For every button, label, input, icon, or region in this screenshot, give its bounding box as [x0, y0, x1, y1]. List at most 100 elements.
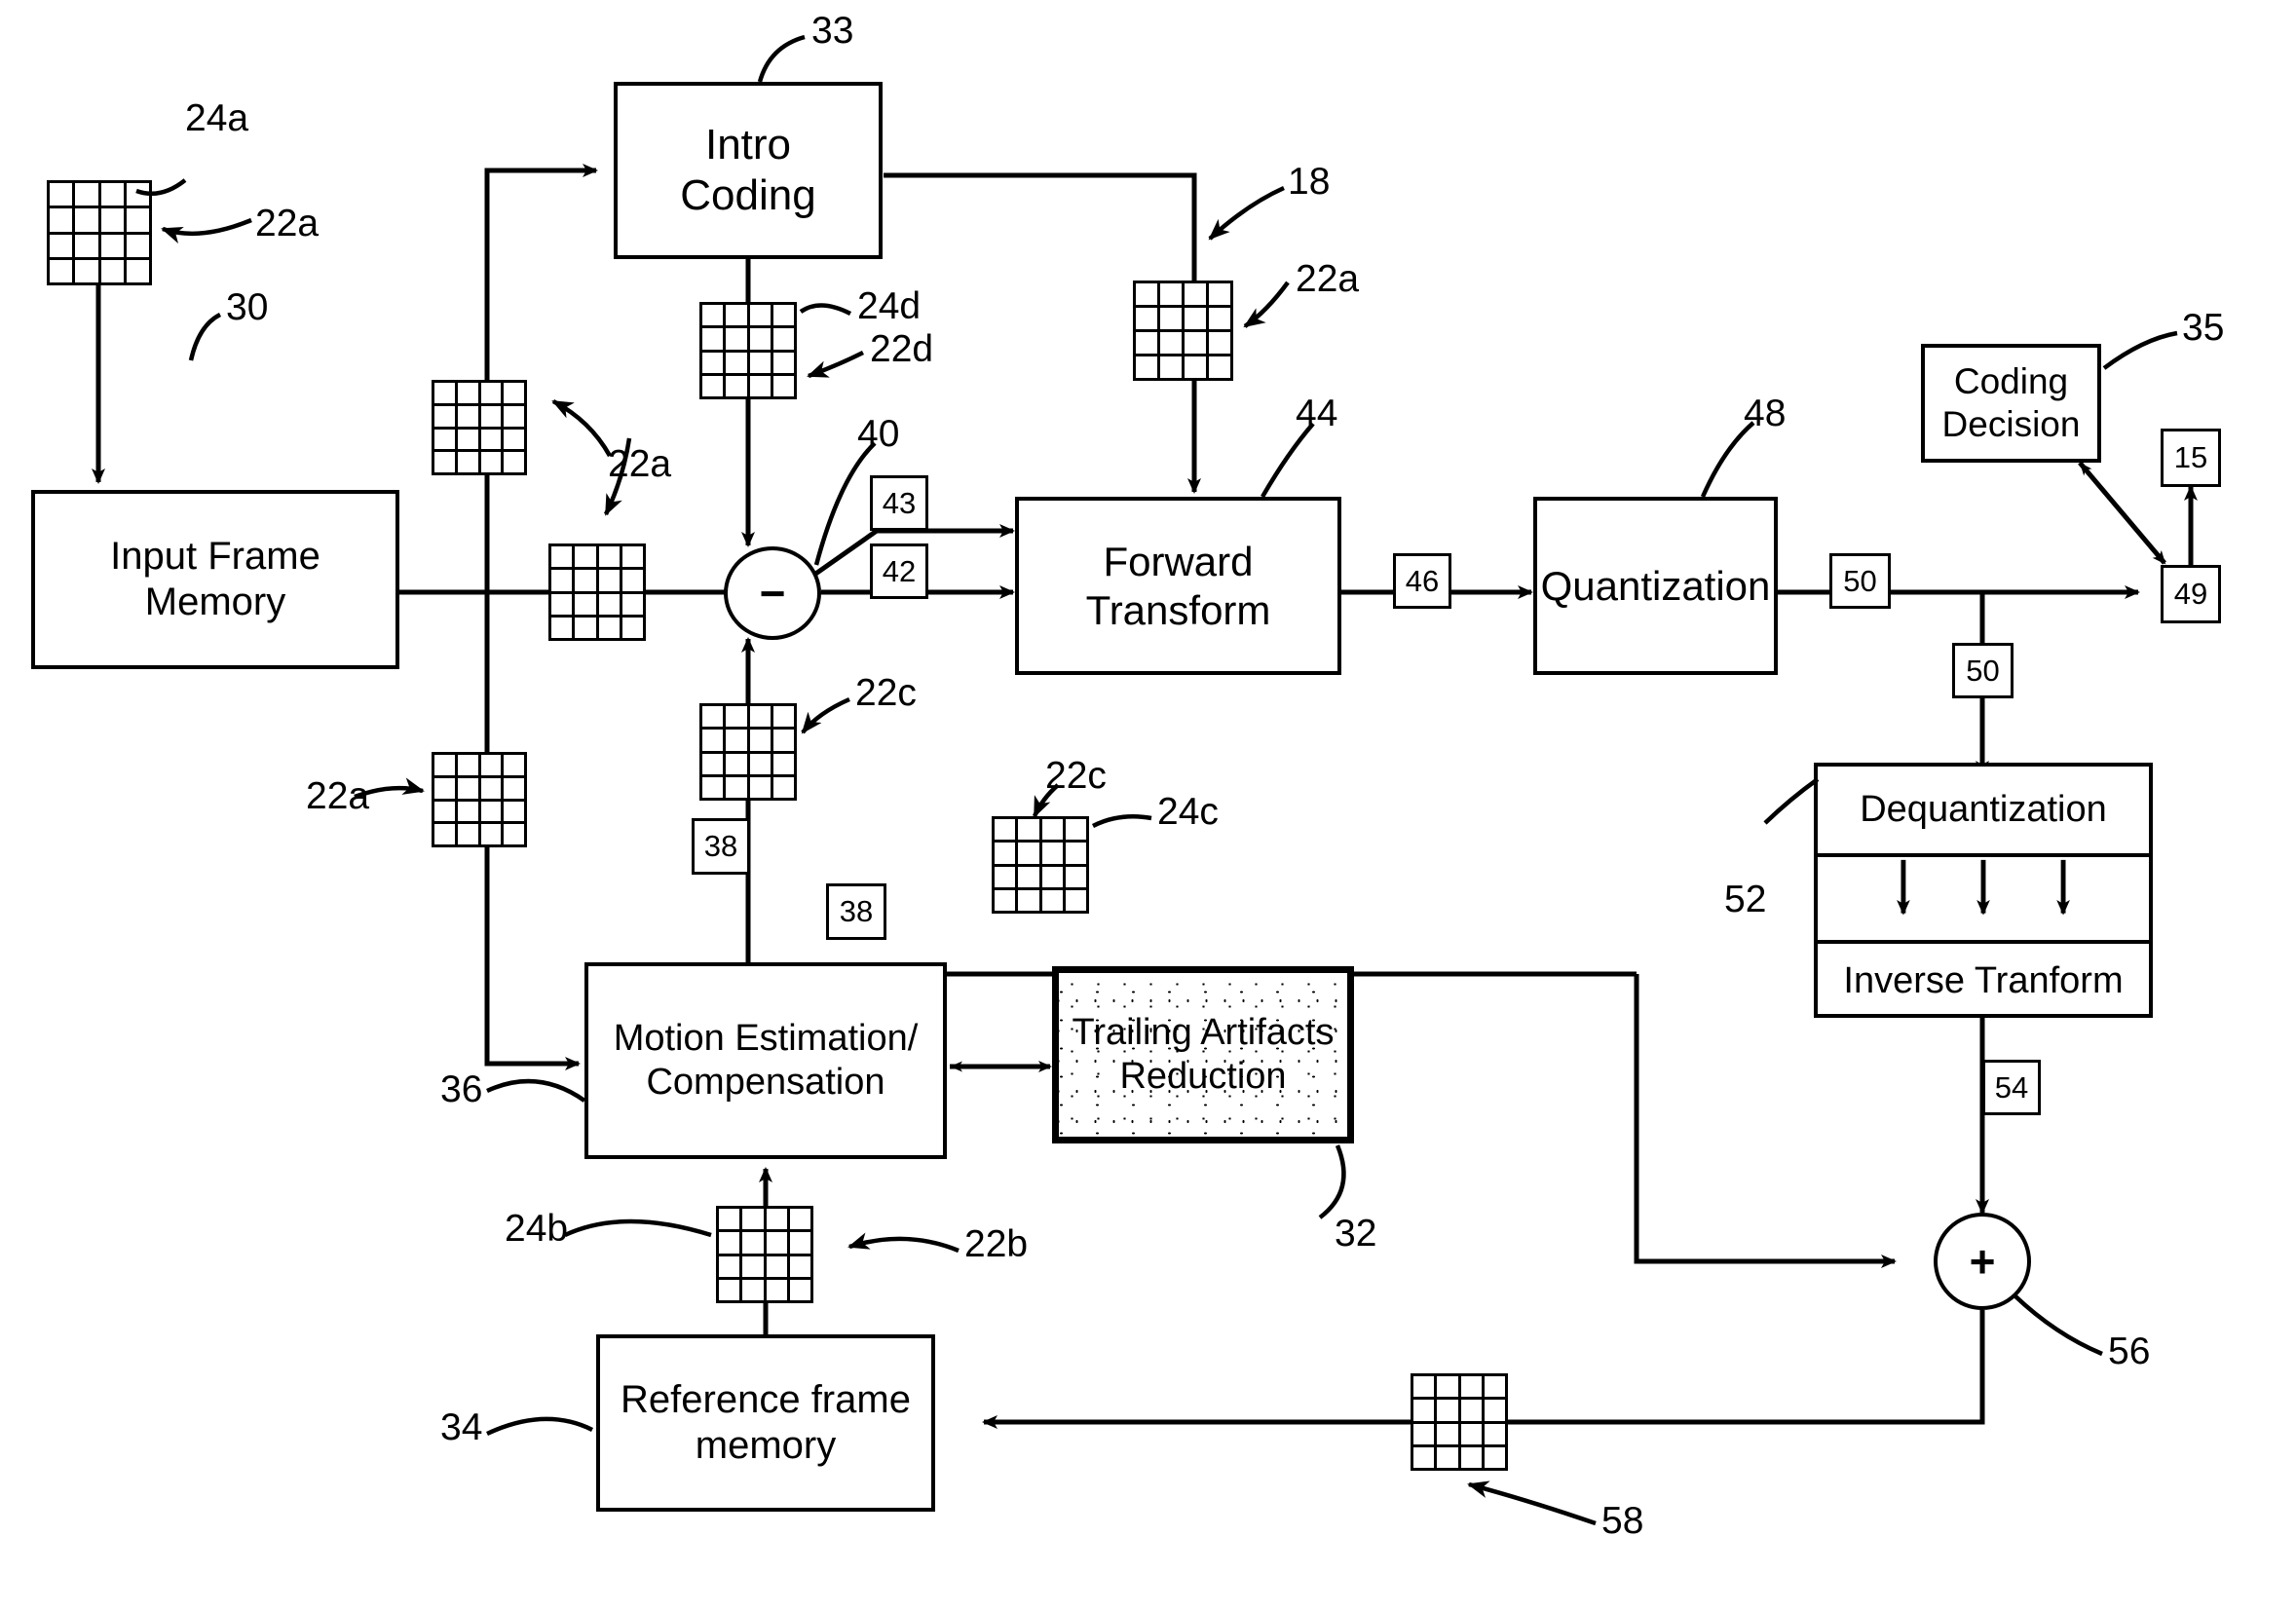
signal-box-54: 54	[1982, 1060, 2041, 1115]
block-quantization[interactable]: Quantization	[1533, 497, 1778, 675]
reference-label-24d: 24d	[857, 285, 921, 328]
reference-label-22a-1: 22a	[255, 203, 319, 245]
reference-label-24b-text: 24b	[505, 1208, 569, 1250]
reference-label-56: 56	[2108, 1330, 2150, 1373]
block-intro-coding[interactable]: Intro Coding	[614, 82, 883, 259]
reference-label-22a-1-text: 22a	[255, 203, 320, 244]
reference-label-30-text: 30	[226, 286, 269, 328]
plus-icon: +	[1969, 1236, 1996, 1287]
block-motion-estimation-label-line2: Compensation	[646, 1062, 885, 1103]
reference-label-22a-3: 22a	[608, 443, 671, 486]
macroblock-icon-22c-subtract-input	[699, 703, 797, 801]
reference-label-24a: 24a	[185, 97, 248, 140]
block-intro-coding-label-line1: Intro	[704, 121, 792, 169]
signal-box-38-a-value: 38	[703, 829, 738, 863]
reference-label-32-text: 32	[1335, 1213, 1377, 1255]
reconstruction-arrow-band	[1818, 857, 2149, 940]
signal-box-46-value: 46	[1405, 563, 1440, 598]
reference-label-22a-2-text: 22a	[1296, 258, 1360, 300]
reference-label-22b: 22b	[964, 1223, 1028, 1266]
block-coding-decision-label-line2: Decision	[1941, 404, 2081, 444]
reference-label-35-text: 35	[2182, 307, 2225, 349]
block-coding-decision[interactable]: Coding Decision	[1921, 344, 2101, 463]
signal-box-15-value: 15	[2173, 440, 2208, 474]
signal-box-49-value: 49	[2173, 577, 2208, 611]
signal-box-54-value: 54	[1994, 1069, 2029, 1105]
signal-box-38-b: 38	[826, 883, 886, 940]
signal-box-42: 42	[870, 543, 928, 599]
macroblock-icon-22b	[716, 1206, 813, 1303]
block-reference-frame-memory[interactable]: Reference frame memory	[596, 1334, 935, 1512]
block-dequantization-label: Dequantization	[1860, 789, 2107, 830]
reference-label-35: 35	[2182, 307, 2224, 350]
reference-label-44-text: 44	[1296, 393, 1338, 434]
minus-icon: −	[759, 568, 786, 618]
reference-label-48-text: 48	[1744, 393, 1787, 434]
block-trailing-artifacts-reduction[interactable]: Trailing Artifacts Reduction	[1052, 966, 1354, 1143]
block-forward-transform[interactable]: Forward Transform	[1015, 497, 1341, 675]
macroblock-icon-22a-main	[548, 543, 646, 641]
macroblock-icon-22a-lower-trunk	[432, 752, 527, 847]
block-trailing-artifacts-label-line1: Trailing Artifacts	[1072, 1012, 1335, 1054]
reference-label-34: 34	[440, 1406, 482, 1449]
block-coding-decision-label-line1: Coding	[1953, 361, 2069, 402]
reference-label-22a-2: 22a	[1296, 258, 1359, 301]
block-intro-coding-label-line2: Coding	[680, 171, 816, 219]
macroblock-icon-22a-forward-transform-input	[1133, 281, 1233, 381]
signal-box-38-b-value: 38	[839, 894, 874, 928]
block-motion-estimation-compensation[interactable]: Motion Estimation/ Compensation	[584, 962, 947, 1159]
reference-label-24c-text: 24c	[1157, 791, 1219, 833]
signal-box-49: 49	[2161, 565, 2221, 623]
patent-figure-canvas: Intro Coding Input Frame Memory Forward …	[0, 0, 2296, 1611]
reference-label-22c-2: 22c	[1045, 755, 1107, 798]
macroblock-icon-22a-upper-trunk	[432, 380, 527, 475]
reconstruction-arrows	[1897, 859, 2070, 916]
block-inverse-transform-label: Inverse Tranform	[1843, 959, 2124, 1001]
reference-label-22d-text: 22d	[870, 328, 934, 370]
block-inverse-transform[interactable]: Inverse Tranform	[1818, 940, 2149, 1018]
reference-label-24d-text: 24d	[857, 285, 922, 327]
reference-label-58: 58	[1601, 1500, 1643, 1543]
macroblock-icon-24c	[992, 816, 1089, 914]
reference-label-22d: 22d	[870, 328, 933, 371]
reference-label-22a-3-text: 22a	[608, 443, 672, 485]
reference-label-36-text: 36	[440, 1068, 483, 1110]
reference-label-30: 30	[226, 286, 268, 329]
block-input-frame-memory-label: Input Frame Memory	[110, 534, 320, 623]
signal-box-46: 46	[1393, 553, 1451, 609]
macroblock-icon-58	[1411, 1373, 1508, 1471]
reference-label-22b-text: 22b	[964, 1223, 1029, 1265]
macroblock-icon-24a	[47, 180, 152, 285]
reference-label-24a-text: 24a	[185, 97, 249, 139]
reference-label-32: 32	[1335, 1213, 1376, 1255]
reference-label-22c-1-text: 22c	[855, 672, 917, 714]
signal-box-42-value: 42	[882, 553, 917, 588]
block-quantization-label: Quantization	[1540, 562, 1771, 609]
block-reference-frame-memory-label-line1: Reference frame	[621, 1377, 911, 1421]
reference-label-40: 40	[857, 413, 899, 456]
reference-label-44: 44	[1296, 393, 1337, 435]
block-dequantization[interactable]: Dequantization	[1818, 767, 2149, 857]
reference-label-40-text: 40	[857, 413, 900, 455]
reference-label-36: 36	[440, 1068, 482, 1111]
block-trailing-artifacts-label-line2: Reduction	[1119, 1056, 1287, 1097]
subtract-node[interactable]: −	[724, 546, 821, 640]
reference-label-52: 52	[1724, 879, 1766, 921]
block-input-frame-memory[interactable]: Input Frame Memory	[31, 490, 399, 669]
reference-label-18: 18	[1288, 161, 1330, 204]
reference-label-22a-4: 22a	[306, 775, 369, 818]
block-reference-frame-memory-label-line2: memory	[695, 1424, 837, 1467]
signal-box-50-a: 50	[1829, 553, 1891, 609]
reference-label-18-text: 18	[1288, 161, 1331, 203]
reference-label-48: 48	[1744, 393, 1786, 435]
signal-box-50-b-value: 50	[1966, 653, 2000, 688]
reference-label-33: 33	[811, 10, 853, 53]
block-forward-transform-label: Forward Transform	[1085, 538, 1271, 633]
signal-box-38-a: 38	[692, 818, 750, 875]
reference-label-33-text: 33	[811, 10, 854, 52]
signal-box-43-value: 43	[882, 485, 917, 520]
signal-box-15: 15	[2161, 429, 2221, 487]
signal-box-50-b: 50	[1952, 643, 2014, 698]
signal-box-50-a-value: 50	[1843, 563, 1877, 598]
sum-node[interactable]: +	[1934, 1213, 2031, 1310]
